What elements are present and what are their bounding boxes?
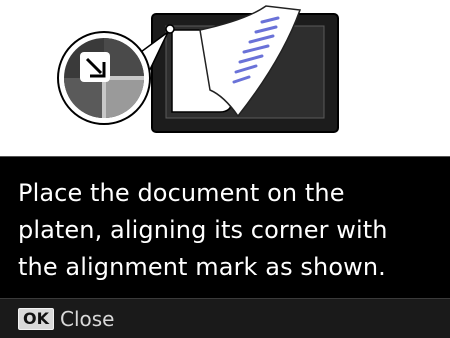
instruction-message: Place the document on the platen, aligni… xyxy=(18,179,388,281)
ok-close-button[interactable]: OK Close xyxy=(18,308,114,330)
softkey-bar: OK Close xyxy=(0,298,450,338)
alignment-arrow-icon xyxy=(80,52,110,82)
close-label: Close xyxy=(60,307,115,331)
message-panel: Place the document on the platen, aligni… xyxy=(0,156,450,298)
printer-lcd-screen: Place the document on the platen, aligni… xyxy=(0,0,450,338)
platen-alignment-illustration xyxy=(57,5,339,133)
ok-key-icon: OK xyxy=(18,308,54,330)
illustration-area xyxy=(0,0,450,156)
